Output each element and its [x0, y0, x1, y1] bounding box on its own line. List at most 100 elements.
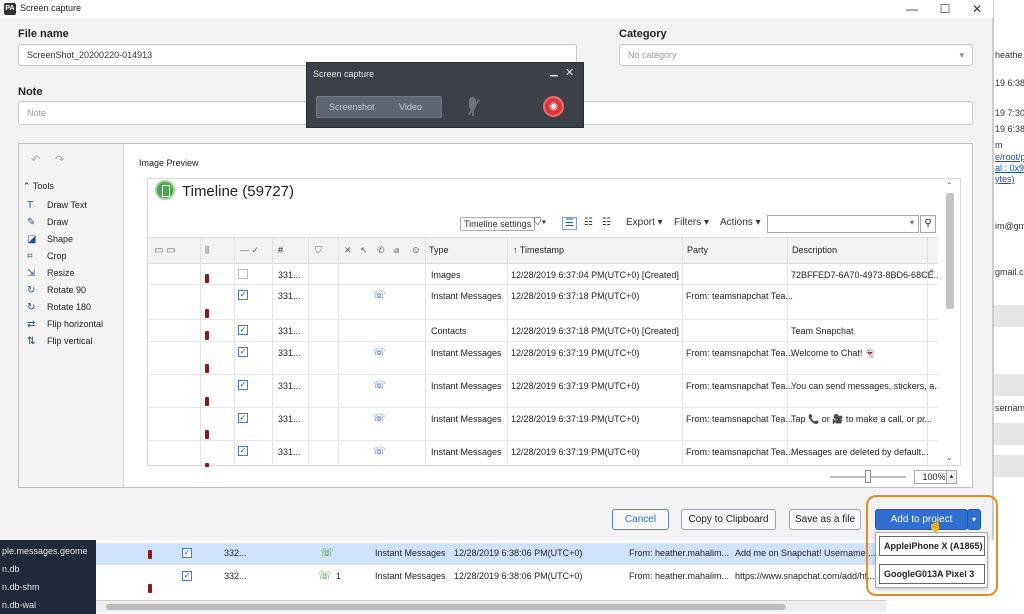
row-checkbox[interactable]: ✓ [238, 446, 248, 456]
capture-mode-toggle[interactable]: Screenshot Video [316, 96, 442, 118]
row-party: From: heather.mahalim... [629, 548, 730, 558]
search-input[interactable]: ▾ [767, 215, 919, 233]
phone-icon[interactable]: ✆ [377, 245, 385, 256]
tool-flip-vertical[interactable]: ⇅ Flip vertical [27, 336, 93, 347]
attachment-icon[interactable]: ⌀ [394, 245, 399, 256]
table-row[interactable]: ✓ 331... Instant Messages 12/28/2019 6:37:1… [148, 375, 938, 408]
minimize-icon[interactable]: — [897, 0, 927, 18]
resize-icon: ⇲ [27, 268, 36, 279]
row-num: 331... [278, 414, 301, 424]
list-view-icon[interactable]: ☷ [602, 217, 611, 228]
row-type: Instant Messages [375, 548, 446, 558]
image-editor: ↶ ↷ ⌃ Tools T Draw Text ✎ Draw ◪ Shape ⌗ Cro… [18, 143, 973, 488]
table-row[interactable]: ✓ 331... Instant Messages 12/28/2019 6:37:1… [148, 285, 938, 320]
pencil-icon: ✎ [27, 217, 36, 228]
minimize-icon[interactable]: ▁ [550, 66, 558, 77]
cursor-icon[interactable]: ↖ [360, 245, 368, 256]
row-checkbox[interactable]: ✓ [238, 290, 248, 300]
col-description[interactable]: Description [792, 245, 837, 255]
file-item[interactable]: n.db [2, 564, 20, 574]
copy-to-clipboard-button[interactable]: Copy to Clipboard [681, 509, 776, 530]
table-row[interactable]: ✓ 332... ☏ Instant Messages 12/28/2019 6… [96, 543, 886, 565]
tool-resize[interactable]: ⇲ Resize [27, 268, 75, 279]
flip-vertical-icon: ⇅ [27, 336, 36, 347]
file-item[interactable]: n.db-wal [2, 600, 36, 610]
row-timestamp: 12/28/2019 6:37:19 PM(UTC+0) [511, 447, 640, 457]
chevron-down-icon[interactable]: ▴ [946, 470, 957, 484]
search-icon[interactable]: ⚲ [920, 215, 936, 233]
check-column-icon[interactable]: — ✓ [240, 245, 259, 256]
horizontal-scrollbar[interactable] [96, 600, 886, 612]
row-party: From: teamsnapchat Tea... [686, 291, 793, 301]
col-type[interactable]: Type▾ [429, 245, 449, 255]
export-menu[interactable]: Export ▾ [626, 217, 663, 228]
close-icon[interactable]: ✕ [344, 245, 352, 256]
highlight-box [866, 495, 998, 596]
screenshot-mode[interactable]: Screenshot [329, 102, 375, 112]
category-placeholder: No category [628, 50, 677, 60]
tool-rotate-90[interactable]: ↻ Rotate 90 [27, 285, 86, 296]
col-num[interactable]: # [278, 245, 283, 255]
bg-fragment: m [995, 140, 1003, 150]
background-file-list: ple.messages.geome n.db n.db-shm n.db-wa… [0, 540, 96, 614]
col-party[interactable]: Party▾ [687, 245, 708, 255]
timeline-title: Timeline (59727) [182, 183, 294, 200]
cancel-button[interactable]: Cancel [612, 509, 669, 530]
filters-menu[interactable]: Filters ▾ [674, 217, 709, 228]
row-checkbox[interactable]: ✓ [238, 413, 248, 423]
bg-link[interactable]: al : 0x90 [995, 163, 1024, 173]
col-timestamp[interactable]: ↑ Timestamp▾ [513, 245, 564, 255]
row-type: Contacts [431, 326, 467, 336]
tool-shape[interactable]: ◪ Shape [27, 234, 73, 245]
row-checkbox[interactable] [238, 269, 248, 279]
redo-icon[interactable]: ↷ [55, 153, 64, 166]
bg-link[interactable]: e/root/p [995, 152, 1024, 162]
table-row[interactable]: ✓ 331... Contacts 12/28/2019 6:37:18 PM(UTC… [148, 320, 938, 342]
tag-marker [205, 463, 209, 467]
tag-icon[interactable]: ⛉ [315, 245, 322, 256]
chevron-up-icon: ⌃ [928, 268, 936, 278]
actions-menu[interactable]: Actions ▾ [720, 217, 761, 228]
row-type: Instant Messages [431, 447, 502, 457]
row-timestamp: 12/28/2019 6:38:06 PM(UTC+0) [454, 571, 583, 581]
maximize-icon[interactable]: ☐ [930, 0, 960, 18]
camera-icon[interactable]: ◉ [543, 96, 564, 117]
row-num: 331... [278, 326, 301, 336]
microphone-icon[interactable] [465, 96, 481, 118]
tool-flip-horizontal[interactable]: ⇄ Flip horizontal [27, 319, 103, 330]
tool-crop[interactable]: ⌗ Crop [27, 251, 67, 262]
table-row[interactable]: ✓ 331... Instant Messages 12/28/2019 6:37:1… [148, 441, 938, 467]
tool-draw-text[interactable]: T Draw Text [27, 200, 87, 211]
location-icon[interactable]: ⊙ [412, 245, 420, 256]
table-row[interactable]: ✓ 331... Instant Messages 12/28/2019 6:37:1… [148, 342, 938, 375]
row-timestamp: 12/28/2019 6:37:19 PM(UTC+0) [511, 414, 640, 424]
row-checkbox[interactable]: ✓ [238, 380, 248, 390]
bars-icon[interactable]: ⫼ [205, 245, 209, 256]
row-checkbox[interactable]: ✓ [238, 325, 248, 335]
row-checkbox[interactable]: ✓ [238, 347, 248, 357]
tag-icon[interactable]: ⛉▾ [534, 217, 546, 228]
tool-draw[interactable]: ✎ Draw [27, 217, 68, 228]
bg-link[interactable]: ytes) [995, 174, 1015, 184]
list-view-icon[interactable]: ☷ [584, 217, 593, 228]
category-select[interactable]: No category ▾ [619, 44, 973, 66]
table-row[interactable]: ✓ 331... Instant Messages 12/28/2019 6:37:1… [148, 408, 938, 441]
tools-header[interactable]: ⌃ Tools [23, 181, 54, 192]
note-label: Note [18, 86, 43, 98]
folder-icon[interactable]: ▭ ▭ [154, 245, 176, 256]
close-icon[interactable]: ✕ [565, 66, 574, 79]
video-mode[interactable]: Video [399, 102, 422, 112]
table-row[interactable]: ✓ 332... ☏ 1 Instant Messages 12/28/2019… [96, 566, 886, 593]
file-item[interactable]: n.db-shm [2, 582, 40, 592]
list-view-icon[interactable]: ☰ [562, 217, 577, 230]
undo-icon[interactable]: ↶ [31, 153, 40, 166]
save-as-file-button[interactable]: Save as a file [789, 509, 861, 530]
close-icon[interactable]: ✕ [962, 0, 992, 18]
capture-toolbar: Screen capture ▁ ✕ Screenshot Video ◉ [306, 62, 584, 128]
tool-rotate-180[interactable]: ↻ Rotate 180 [27, 302, 91, 313]
image-preview[interactable]: Timeline (59727) Timeline settings ⛉▾ ☰ … [147, 178, 961, 467]
vertical-scrollbar[interactable]: ⌃ ⌄ ⌃ [928, 179, 958, 467]
file-item[interactable]: ple.messages.geome [2, 546, 88, 556]
table-row[interactable]: 331... Images 12/28/2019 6:37:04 PM(UTC+0)… [148, 264, 938, 285]
timeline-settings-button[interactable]: Timeline settings [460, 217, 536, 231]
